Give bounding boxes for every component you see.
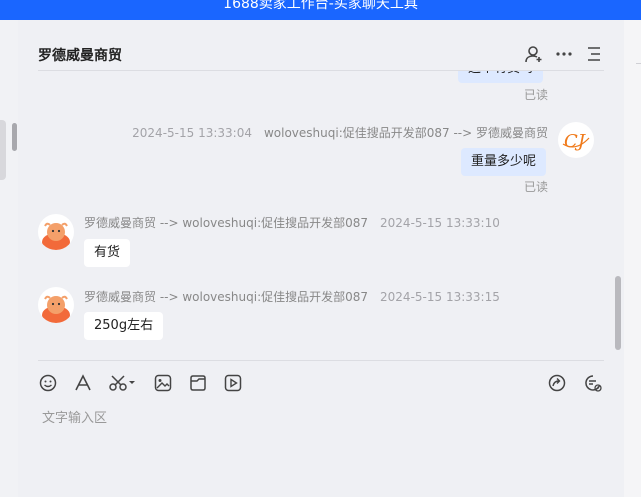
scissors-icon[interactable] xyxy=(108,373,138,393)
menu-icon[interactable] xyxy=(584,44,604,64)
message-input[interactable]: 文字输入区 xyxy=(42,407,107,426)
emoji-icon[interactable] xyxy=(38,373,58,393)
read-status: 已读 xyxy=(524,88,549,102)
svg-text:CJ: CJ xyxy=(564,131,587,152)
window-title: 1688卖家工作台-买家聊天工具 xyxy=(223,0,418,12)
left-sidebar-edge xyxy=(0,20,18,497)
video-icon[interactable] xyxy=(223,373,243,393)
share-icon[interactable] xyxy=(547,373,567,393)
contact-name: 罗德威曼商贸 xyxy=(38,48,122,64)
message-meta: 罗德威曼商贸 --> woloveshuqi:促佳搜品开发部087 2024-5-… xyxy=(84,288,500,305)
font-icon[interactable] xyxy=(73,373,93,393)
chat-history-icon[interactable] xyxy=(583,373,603,393)
file-icon[interactable] xyxy=(188,373,208,393)
left-panel-scrollbar[interactable] xyxy=(12,123,17,151)
message-timestamp: 2024-5-15 13:33:15 xyxy=(380,290,500,304)
contact-avatar[interactable] xyxy=(38,287,74,323)
user-plus-icon[interactable] xyxy=(524,44,544,64)
message-meta: 2024-5-15 13:33:04 woloveshuqi:促佳搜品开发部087… xyxy=(132,124,548,141)
window-title-bar: 1688卖家工作台-买家聊天工具 xyxy=(0,0,641,20)
image-icon[interactable] xyxy=(153,373,173,393)
message-meta: 罗德威曼商贸 --> woloveshuqi:促佳搜品开发部087 2024-5-… xyxy=(84,214,500,231)
message-bubble-self[interactable]: 这个有货吗 xyxy=(458,71,544,83)
cow-avatar-icon xyxy=(42,222,70,250)
message-scrollbar[interactable] xyxy=(615,276,621,350)
cow-avatar-icon xyxy=(42,295,70,323)
message-route: woloveshuqi:促佳搜品开发部087 --> 罗德威曼商贸 xyxy=(263,126,548,140)
more-icon[interactable] xyxy=(554,44,574,64)
input-divider xyxy=(38,360,604,361)
message-bubble-contact[interactable]: 250g左右 xyxy=(84,312,164,340)
message-route: 罗德威曼商贸 --> woloveshuqi:促佳搜品开发部087 xyxy=(84,290,369,304)
left-panel-scroll-track xyxy=(0,120,6,180)
right-sidebar-edge xyxy=(624,20,641,497)
message-bubble-self[interactable]: 重量多少呢 xyxy=(461,148,547,176)
message-bubble-contact[interactable]: 有货 xyxy=(84,239,131,267)
message-timestamp: 2024-5-15 13:33:04 xyxy=(132,126,252,140)
chat-header: 罗德威曼商贸 xyxy=(38,40,604,71)
right-edge-divider xyxy=(636,63,641,64)
read-status: 已读 xyxy=(524,180,549,194)
contact-avatar[interactable] xyxy=(38,214,74,250)
message-timestamp: 2024-5-15 13:33:10 xyxy=(380,216,500,230)
message-list[interactable]: 这个有货吗 已读 2024-5-15 13:33:04 woloveshuqi:促… xyxy=(18,71,624,359)
self-avatar[interactable]: CJ xyxy=(558,122,594,158)
message-route: 罗德威曼商贸 --> woloveshuqi:促佳搜品开发部087 xyxy=(84,216,369,230)
cj-logo-icon: CJ xyxy=(562,131,590,152)
